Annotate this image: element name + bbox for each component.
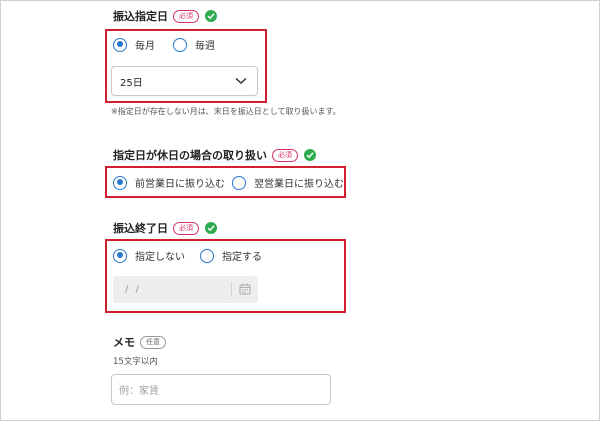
select-value: 25日 — [120, 77, 143, 89]
required-badge: 必須 — [272, 148, 298, 162]
radio-label: 翌営業日に振り込む — [254, 179, 344, 190]
radio-no-end-date[interactable]: 指定しない — [113, 248, 185, 263]
optional-badge: 任意 — [140, 335, 166, 349]
transfer-day-heading: 振込指定日 必須 — [113, 8, 217, 24]
memo-input[interactable]: 例：家賃 — [111, 374, 331, 405]
check-icon — [205, 222, 217, 234]
holiday-handling-heading: 指定日が休日の場合の取り扱い 必須 — [113, 147, 316, 163]
calendar-icon — [239, 283, 251, 295]
radio-label: 前営業日に振り込む — [135, 179, 225, 190]
radio-label: 毎週 — [195, 41, 215, 52]
end-date-heading: 振込終了日 必須 — [113, 220, 217, 236]
required-badge: 必須 — [173, 9, 199, 23]
end-date-input: / / — [113, 276, 258, 303]
screenshot-frame — [0, 0, 600, 421]
radio-specify-end-date[interactable]: 指定する — [200, 248, 262, 263]
radio-unselected-icon[interactable] — [232, 175, 246, 190]
radio-selected-icon[interactable] — [113, 175, 127, 190]
radio-next-business-day[interactable]: 翌営業日に振り込む — [232, 175, 344, 190]
memo-hint: 15文字以内 — [113, 357, 158, 367]
check-icon — [304, 149, 316, 161]
required-badge: 必須 — [173, 221, 199, 235]
transfer-day-note: ※指定日が存在しない月は、末日を振込日として取り扱います。 — [111, 107, 341, 116]
radio-selected-icon[interactable] — [113, 37, 127, 52]
end-date-title: 振込終了日 — [113, 222, 168, 235]
radio-monthly[interactable]: 毎月 — [113, 37, 155, 52]
radio-weekly[interactable]: 毎週 — [173, 37, 215, 52]
chevron-down-icon — [235, 77, 247, 85]
check-icon — [205, 10, 217, 22]
transfer-day-title: 振込指定日 — [113, 10, 168, 23]
radio-unselected-icon[interactable] — [173, 37, 187, 52]
radio-label: 毎月 — [135, 41, 155, 52]
holiday-handling-title: 指定日が休日の場合の取り扱い — [113, 149, 267, 162]
radio-label: 指定する — [222, 252, 262, 263]
transfer-day-select[interactable]: 25日 — [111, 66, 258, 96]
date-divider — [231, 282, 232, 297]
memo-placeholder: 例：家賃 — [119, 386, 159, 397]
memo-title: メモ — [113, 336, 135, 349]
radio-selected-icon[interactable] — [113, 248, 127, 263]
date-placeholder: / / — [125, 284, 141, 295]
radio-previous-business-day[interactable]: 前営業日に振り込む — [113, 175, 225, 190]
radio-label: 指定しない — [135, 252, 185, 263]
memo-heading: メモ 任意 — [113, 334, 166, 350]
radio-unselected-icon[interactable] — [200, 248, 214, 263]
